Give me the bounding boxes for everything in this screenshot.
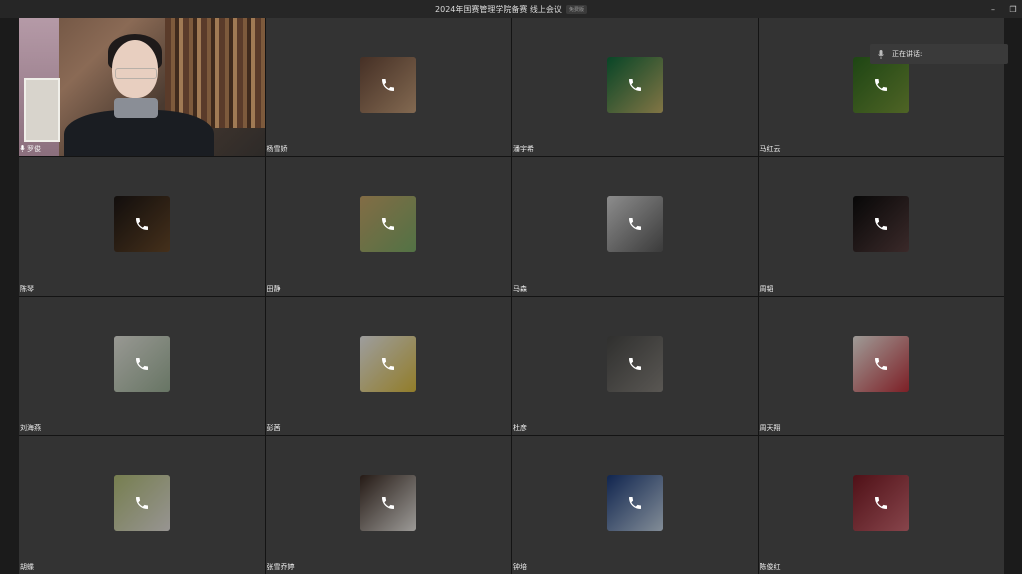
phone-icon: [873, 77, 889, 93]
participant-name-text: 彭茜: [266, 423, 281, 432]
participant-name: 张雪乔婷: [266, 562, 296, 572]
participant-name-text: 陈琴: [20, 284, 34, 293]
participant-avatar: [606, 474, 663, 531]
phone-icon: [627, 495, 643, 511]
participant-avatar: [113, 474, 170, 531]
participant-name: 田静: [266, 284, 282, 294]
participant-avatar: [853, 335, 910, 392]
participant-name: 罗俊: [19, 144, 42, 154]
title-wrap: 2024年国赛管理学院备赛 线上会议 免费版: [0, 0, 1022, 18]
participant-name: 杨雪娇: [266, 144, 289, 154]
phone-icon: [873, 216, 889, 232]
phone-icon: [134, 216, 150, 232]
participant-tile[interactable]: 胡蝶: [19, 435, 265, 574]
participant-name-text: 周天翔: [759, 423, 781, 432]
participant-avatar: [606, 335, 663, 392]
participant-avatar: [853, 57, 910, 114]
participant-name: 陈俊红: [759, 562, 782, 572]
phone-icon: [380, 495, 396, 511]
participant-name: 彭茜: [266, 423, 282, 433]
participant-avatar: [360, 57, 417, 114]
participant-avatar: [113, 196, 170, 253]
participant-name-text: 陈俊红: [759, 563, 781, 571]
participant-name: 陈琴: [19, 284, 35, 294]
participant-tile[interactable]: 陈琴: [19, 157, 265, 296]
participant-name-text: 张雪乔婷: [266, 563, 295, 571]
participant-avatar: [853, 196, 910, 253]
person-scarf: [114, 98, 158, 118]
phone-icon: [380, 356, 396, 372]
mic-icon: [878, 49, 884, 59]
participant-avatar: [606, 196, 663, 253]
participant-name-text: 田静: [266, 284, 281, 293]
title-bar: 2024年国赛管理学院备赛 线上会议 免费版 – ❐: [0, 0, 1022, 18]
participant-tile[interactable]: 马红云: [758, 18, 1004, 157]
participant-name-text: 马红云: [759, 145, 781, 154]
participant-tile[interactable]: 罗俊: [19, 18, 265, 157]
phone-icon: [134, 495, 150, 511]
participant-avatar: [360, 474, 417, 531]
participant-tile[interactable]: 彭茜: [265, 296, 511, 435]
phone-icon: [627, 77, 643, 93]
participant-avatar: [853, 474, 910, 531]
phone-icon: [380, 216, 396, 232]
participant-name: 马红云: [759, 144, 782, 154]
phone-icon: [627, 356, 643, 372]
participant-avatar: [606, 57, 663, 114]
restore-button[interactable]: ❐: [1002, 0, 1022, 18]
mic-icon: [20, 145, 27, 153]
speaking-indicator: 正在讲话:: [870, 44, 1008, 64]
participant-name: 刘海燕: [19, 423, 42, 433]
phone-icon: [627, 216, 643, 232]
participant-avatar: [360, 335, 417, 392]
phone-icon: [380, 77, 396, 93]
phone-icon: [873, 356, 889, 372]
phone-icon: [134, 356, 150, 372]
participant-tile[interactable]: 田静: [265, 157, 511, 296]
participant-name-text: 刘海燕: [20, 423, 41, 432]
background-window: [24, 78, 60, 142]
participant-name-text: 杨雪娇: [266, 145, 288, 154]
participant-tile[interactable]: 钟培: [512, 435, 758, 574]
participant-name-text: 罗俊: [27, 145, 41, 154]
participant-name: 钟培: [512, 562, 528, 572]
participant-name: 杜彦: [512, 423, 528, 433]
minimize-button[interactable]: –: [982, 0, 1004, 18]
participant-name: 胡蝶: [19, 562, 35, 572]
participant-avatar: [113, 335, 170, 392]
restore-icon: ❐: [1009, 4, 1017, 14]
minimize-icon: –: [991, 4, 995, 14]
participant-tile[interactable]: 周天翔: [758, 296, 1004, 435]
participant-name: 周韬: [759, 284, 775, 294]
phone-icon: [873, 495, 889, 511]
participant-tile[interactable]: 刘海燕: [19, 296, 265, 435]
participant-name-text: 胡蝶: [20, 563, 34, 571]
participant-name-text: 周韬: [759, 284, 774, 293]
participant-tile[interactable]: 张雪乔婷: [265, 435, 511, 574]
meeting-title: 2024年国赛管理学院备赛 线上会议: [435, 4, 562, 14]
participant-name: 周天翔: [759, 423, 782, 433]
participant-tile[interactable]: 杜彦: [512, 296, 758, 435]
participant-tile[interactable]: 周韬: [758, 157, 1004, 296]
participant-tile[interactable]: 杨雪娇: [265, 18, 511, 157]
participant-name-text: 马森: [513, 284, 527, 293]
participant-grid: 罗俊 杨雪娇 潘宇希 马红云陈琴 田静 马森 周韬刘海燕 彭茜 杜彦 周天翔胡蝶 张雪乔婷 钟培 陈俊红: [19, 18, 1004, 574]
participant-tile[interactable]: 马森: [512, 157, 758, 296]
plan-badge: 免费版: [565, 4, 587, 14]
participant-name: 潘宇希: [512, 144, 535, 154]
participant-avatar: [360, 196, 417, 253]
person-glasses: [115, 68, 157, 79]
participant-name-text: 钟培: [513, 563, 527, 571]
participant-name-text: 杜彦: [513, 423, 527, 432]
participant-tile[interactable]: 潘宇希: [512, 18, 758, 157]
participant-tile[interactable]: 陈俊红: [758, 435, 1004, 574]
participant-name: 马森: [512, 284, 528, 294]
participant-name-text: 潘宇希: [513, 145, 534, 154]
speaking-label: 正在讲话:: [892, 50, 923, 58]
